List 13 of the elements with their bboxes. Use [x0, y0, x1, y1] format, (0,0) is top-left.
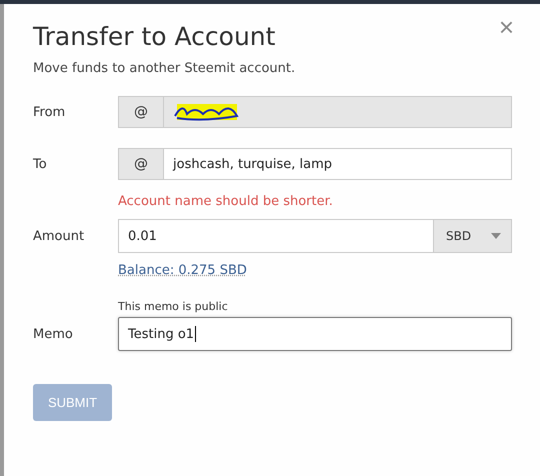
memo-field[interactable]: Testing o1 [118, 317, 512, 351]
balance-link[interactable]: Balance: 0.275 SBD [118, 263, 247, 278]
to-field[interactable]: @ joshcash, turquise, lamp [118, 148, 512, 180]
error-message: Account name should be shorter. [118, 194, 334, 209]
dialog-title: Transfer to Account [33, 22, 276, 51]
field-label: From [33, 104, 66, 120]
field-label: Amount [33, 228, 86, 244]
at-prefix: @ [119, 97, 164, 127]
memo-hint: This memo is public [118, 300, 229, 313]
field-label: To [33, 156, 48, 172]
at-prefix: @ [119, 149, 164, 179]
field-label: Memo [33, 326, 74, 342]
dialog-subtitle: Move funds to another Steemit account. [33, 61, 296, 76]
